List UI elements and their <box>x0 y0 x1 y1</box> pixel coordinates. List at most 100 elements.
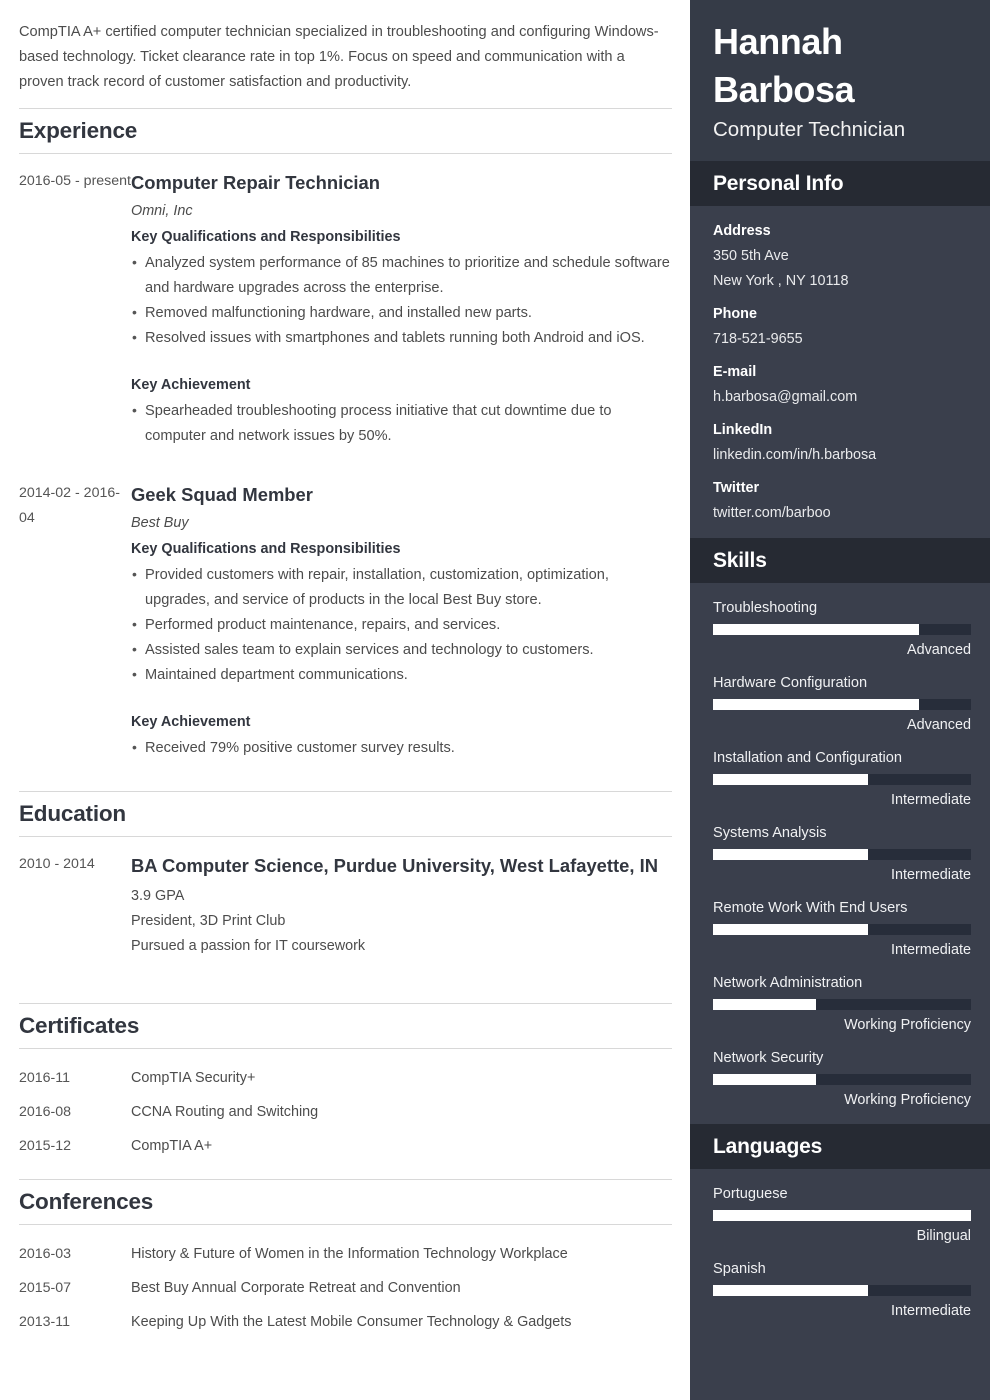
entry-date: 2010 - 2014 <box>19 856 95 872</box>
personal-info-panel: Address 350 5th Ave New York , NY 10118 … <box>690 206 990 538</box>
list-item: Resolved issues with smartphones and tab… <box>131 325 672 351</box>
skill-level: Intermediate <box>891 942 971 958</box>
section-certificates: Certificates 2016-11 CompTIA Security+ 2… <box>19 1003 672 1164</box>
list-item: Assisted sales team to explain services … <box>131 637 672 663</box>
skill-name: Systems Analysis <box>713 825 827 841</box>
info-group-email: E-mail h.barbosa@gmail.com <box>713 360 971 410</box>
info-value[interactable]: 718-521-9655 <box>713 327 971 352</box>
conference-name: Best Buy Annual Corporate Retreat and Co… <box>131 1280 461 1296</box>
certificate-name: CompTIA Security+ <box>131 1070 256 1086</box>
section-header-experience: Experience <box>19 108 672 154</box>
achievement-label: Key Achievement <box>131 377 251 393</box>
skill-name: Network Administration <box>713 975 863 991</box>
certificate-name: CompTIA A+ <box>131 1138 213 1154</box>
sidebar-section-title: Personal Info <box>713 172 844 195</box>
section-education: Education 2010 - 2014 BA Computer Scienc… <box>19 791 672 959</box>
sidebar-filler <box>690 1335 990 1400</box>
certificate-date: 2016-08 <box>19 1104 72 1120</box>
job-title: Computer Repair Technician <box>131 172 381 193</box>
info-value[interactable]: linkedin.com/in/h.barbosa <box>713 443 971 468</box>
table-row: 2016-08 CCNA Routing and Switching <box>19 1096 672 1130</box>
job-title: Geek Squad Member <box>131 484 313 505</box>
section-conferences: Conferences 2016-03 History & Future of … <box>19 1179 672 1340</box>
qualifications-label: Key Qualifications and Responsibilities <box>131 541 401 557</box>
degree-title: BA Computer Science, Purdue University, … <box>131 855 658 876</box>
info-group-phone: Phone 718-521-9655 <box>713 302 971 352</box>
achievements-list: Spearheaded troubleshooting process init… <box>131 398 672 449</box>
table-row: 2015-07 Best Buy Annual Corporate Retrea… <box>19 1272 672 1306</box>
skill-name: Network Security <box>713 1050 824 1066</box>
entry-date: 2014-02 - 2016-04 <box>19 485 120 526</box>
section-title: Conferences <box>19 1189 154 1214</box>
sidebar-header-skills: Skills <box>690 538 990 583</box>
skill-item: Network Security Working Proficiency <box>713 1046 971 1112</box>
language-name: Portuguese <box>713 1186 788 1202</box>
skill-level: Intermediate <box>891 792 971 808</box>
education-detail: Pursued a passion for IT coursework <box>131 938 366 954</box>
skill-item: Remote Work With End Users Intermediate <box>713 896 971 962</box>
section-header-certificates: Certificates <box>19 1003 672 1049</box>
experience-entry: 2016-05 - present Computer Repair Techni… <box>19 167 672 449</box>
language-level: Bilingual <box>916 1228 971 1244</box>
achievement-label: Key Achievement <box>131 714 251 730</box>
sidebar-section-title: Skills <box>713 549 767 572</box>
skill-progress-bar <box>713 624 971 635</box>
skill-item: Hardware Configuration Advanced <box>713 671 971 737</box>
qualifications-list: Analyzed system performance of 85 machin… <box>131 250 672 351</box>
skill-progress-fill <box>713 849 868 860</box>
list-item: Analyzed system performance of 85 machin… <box>131 250 672 301</box>
info-value: 350 5th Ave <box>713 248 789 264</box>
skill-name: Hardware Configuration <box>713 675 868 691</box>
list-item: Maintained department communications. <box>131 662 672 688</box>
sidebar-header-personal-info: Personal Info <box>690 161 990 206</box>
list-item: Received 79% positive customer survey re… <box>131 735 672 761</box>
entry-date: 2016-05 - present <box>19 173 131 189</box>
language-progress-fill <box>713 1210 971 1221</box>
skill-item: Installation and Configuration Intermedi… <box>713 746 971 812</box>
language-item: Portuguese Bilingual <box>713 1182 971 1248</box>
conferences-list: 2016-03 History & Future of Women in the… <box>19 1238 672 1340</box>
skill-progress-bar <box>713 924 971 935</box>
conference-name: Keeping Up With the Latest Mobile Consum… <box>131 1314 572 1330</box>
conference-date: 2016-03 <box>19 1246 72 1262</box>
list-item: Removed malfunctioning hardware, and ins… <box>131 300 672 326</box>
info-label: Phone <box>713 306 757 322</box>
conference-date: 2015-07 <box>19 1280 72 1296</box>
info-label: Twitter <box>713 480 760 496</box>
table-row: 2013-11 Keeping Up With the Latest Mobil… <box>19 1306 672 1340</box>
info-group-linkedin: LinkedIn linkedin.com/in/h.barbosa <box>713 418 971 468</box>
language-name: Spanish <box>713 1261 766 1277</box>
entry-body: Geek Squad Member Best Buy Key Qualifica… <box>131 479 672 761</box>
table-row: 2015-12 CompTIA A+ <box>19 1130 672 1164</box>
sidebar: Hannah Barbosa Computer Technician Perso… <box>690 0 990 1400</box>
info-value[interactable]: twitter.com/barboo <box>713 501 971 526</box>
skill-item: Troubleshooting Advanced <box>713 596 971 662</box>
list-item: Spearheaded troubleshooting process init… <box>131 398 672 449</box>
info-value[interactable]: h.barbosa@gmail.com <box>713 385 971 410</box>
education-detail: 3.9 GPA <box>131 888 185 904</box>
skill-name: Troubleshooting <box>713 600 818 616</box>
experience-entry: 2014-02 - 2016-04 Geek Squad Member Best… <box>19 479 672 761</box>
skill-level: Intermediate <box>891 867 971 883</box>
first-name: Hannah <box>713 21 843 62</box>
entry-body: BA Computer Science, Purdue University, … <box>131 850 672 959</box>
skill-item: Network Administration Working Proficien… <box>713 971 971 1037</box>
info-label: LinkedIn <box>713 422 773 438</box>
skill-progress-fill <box>713 999 817 1010</box>
sidebar-header-languages: Languages <box>690 1124 990 1169</box>
languages-panel: Portuguese Bilingual Spanish Intermediat… <box>690 1169 990 1335</box>
language-progress-fill <box>713 1285 868 1296</box>
skill-progress-bar <box>713 774 971 785</box>
skill-name: Installation and Configuration <box>713 750 903 766</box>
section-header-education: Education <box>19 791 672 837</box>
certificate-name: CCNA Routing and Switching <box>131 1104 319 1120</box>
skill-name: Remote Work With End Users <box>713 900 908 916</box>
section-experience: Experience 2016-05 - present Computer Re… <box>19 108 672 761</box>
language-progress-bar <box>713 1210 971 1221</box>
skill-level: Working Proficiency <box>844 1092 971 1108</box>
achievements-list: Received 79% positive customer survey re… <box>131 735 672 761</box>
skill-progress-fill <box>713 1074 817 1085</box>
skill-progress-fill <box>713 699 920 710</box>
skill-progress-bar <box>713 849 971 860</box>
skill-level: Advanced <box>906 717 971 733</box>
